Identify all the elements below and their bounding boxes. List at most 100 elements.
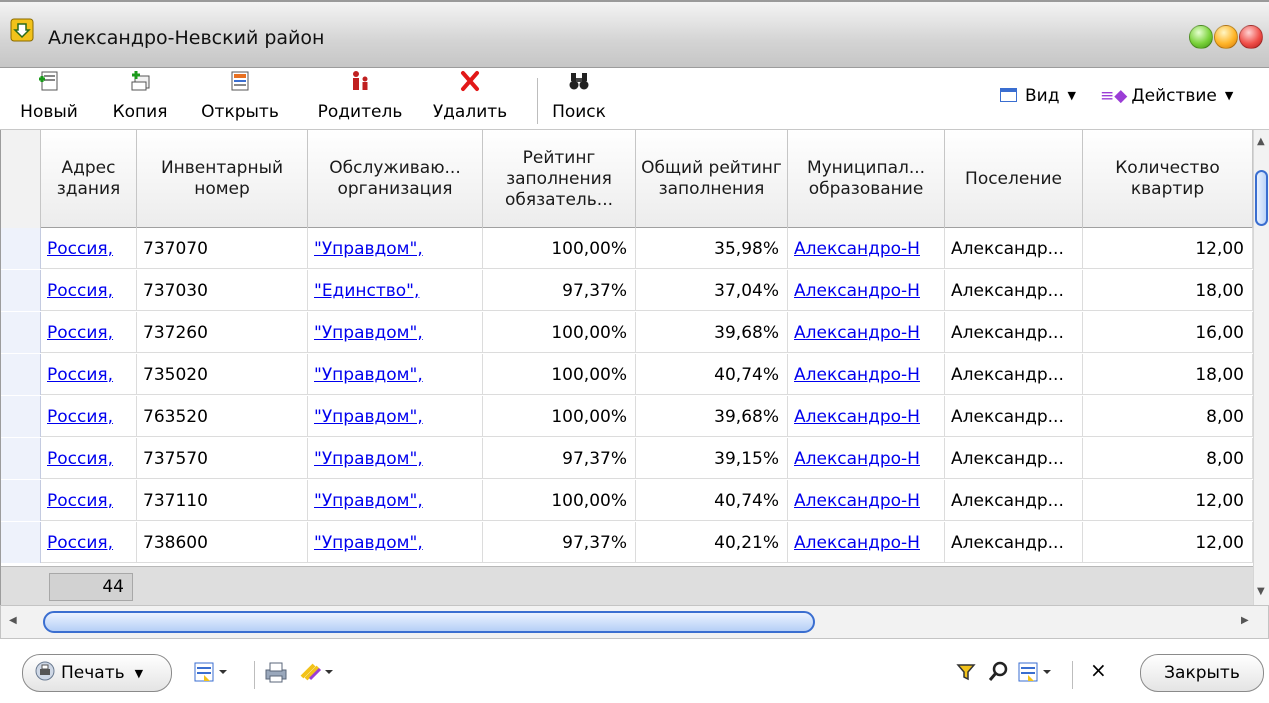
cell-address-link[interactable]: Россия,	[47, 323, 113, 343]
export-dropdown-icon[interactable]	[194, 661, 230, 688]
scroll-right-icon[interactable]: ▶	[1241, 615, 1249, 626]
table-row[interactable]: Россия, 735020 "Управдом", 100,00% 40,74% Але…	[1, 354, 1253, 395]
search-icon[interactable]	[988, 660, 1010, 687]
close-window-button[interactable]	[1239, 25, 1263, 49]
cell-settlement[interactable]: Александр...	[945, 270, 1083, 311]
cell-required-rating[interactable]: 100,00%	[483, 480, 636, 521]
filter-icon[interactable]	[956, 662, 976, 687]
column-header-total-rating[interactable]: Общий рейтинг заполнения	[636, 130, 788, 228]
cell-municipality-link[interactable]: Александро-Н	[794, 491, 920, 511]
settings-dropdown-icon[interactable]	[300, 661, 336, 688]
row-selector-header[interactable]	[1, 130, 41, 228]
cell-inventory-number[interactable]: 735020	[137, 354, 308, 395]
column-header-apartment-count[interactable]: Количество квартир	[1083, 130, 1253, 228]
cell-settlement[interactable]: Александр...	[945, 228, 1083, 269]
cell-address-link[interactable]: Россия,	[47, 239, 113, 259]
clear-icon[interactable]: ×	[1090, 659, 1107, 681]
scroll-up-icon[interactable]: ▲	[1257, 136, 1265, 147]
parent-button[interactable]: Родитель	[304, 68, 416, 130]
scroll-down-icon[interactable]: ▼	[1257, 586, 1265, 597]
column-header-municipality[interactable]: Муниципал... образование	[788, 130, 945, 228]
cell-municipality-link[interactable]: Александро-Н	[794, 323, 920, 343]
column-header-inventory-number[interactable]: Инвентарный номер	[137, 130, 308, 228]
cell-required-rating[interactable]: 97,37%	[483, 522, 636, 563]
cell-apartment-count[interactable]: 8,00	[1083, 396, 1253, 437]
row-selector[interactable]	[1, 522, 41, 563]
cell-settlement[interactable]: Александр...	[945, 354, 1083, 395]
cell-total-rating[interactable]: 37,04%	[636, 270, 788, 311]
table-row[interactable]: Россия, 737070 "Управдом", 100,00% 35,98% Але…	[1, 228, 1253, 269]
row-selector[interactable]	[1, 354, 41, 395]
delete-button[interactable]: Удалить	[424, 68, 516, 130]
minimize-button[interactable]	[1214, 25, 1238, 49]
close-button[interactable]: Закрыть	[1140, 654, 1264, 692]
cell-address-link[interactable]: Россия,	[47, 533, 113, 553]
row-selector[interactable]	[1, 228, 41, 269]
cell-total-rating[interactable]: 39,15%	[636, 438, 788, 479]
column-header-organization[interactable]: Обслуживаю... организация	[308, 130, 483, 228]
print-button[interactable]: Печать ▼	[22, 654, 172, 692]
cell-required-rating[interactable]: 97,37%	[483, 270, 636, 311]
cell-settlement[interactable]: Александр...	[945, 438, 1083, 479]
cell-organization-link[interactable]: "Управдом",	[314, 323, 423, 343]
cell-address-link[interactable]: Россия,	[47, 491, 113, 511]
cell-municipality-link[interactable]: Александро-Н	[794, 239, 920, 259]
search-button[interactable]: Поиск	[546, 68, 612, 130]
vertical-scrollbar[interactable]: ▲ ▼	[1253, 130, 1269, 605]
cell-total-rating[interactable]: 39,68%	[636, 312, 788, 353]
row-selector[interactable]	[1, 480, 41, 521]
cell-apartment-count[interactable]: 8,00	[1083, 438, 1253, 479]
printer-icon[interactable]	[264, 661, 288, 688]
cell-settlement[interactable]: Александр...	[945, 522, 1083, 563]
table-row[interactable]: Россия, 737570 "Управдом", 97,37% 39,15% Алек…	[1, 438, 1253, 479]
cell-inventory-number[interactable]: 763520	[137, 396, 308, 437]
table-row[interactable]: Россия, 738600 "Управдом", 97,37% 40,21% Алек…	[1, 522, 1253, 563]
cell-inventory-number[interactable]: 737070	[137, 228, 308, 269]
action-menu[interactable]: ≡◆ Действие ▼	[1100, 86, 1233, 106]
table-row[interactable]: Россия, 737110 "Управдом", 100,00% 40,74% Але…	[1, 480, 1253, 521]
row-selector[interactable]	[1, 270, 41, 311]
cell-apartment-count[interactable]: 12,00	[1083, 480, 1253, 521]
cell-apartment-count[interactable]: 12,00	[1083, 228, 1253, 269]
cell-inventory-number[interactable]: 737260	[137, 312, 308, 353]
cell-required-rating[interactable]: 100,00%	[483, 396, 636, 437]
cell-inventory-number[interactable]: 737110	[137, 480, 308, 521]
cell-total-rating[interactable]: 40,21%	[636, 522, 788, 563]
cell-address-link[interactable]: Россия,	[47, 365, 113, 385]
cell-inventory-number[interactable]: 738600	[137, 522, 308, 563]
new-button[interactable]: Новый	[14, 68, 84, 130]
cell-municipality-link[interactable]: Александро-Н	[794, 407, 920, 427]
cell-organization-link[interactable]: "Управдом",	[314, 239, 423, 259]
cell-required-rating[interactable]: 97,37%	[483, 438, 636, 479]
table-row[interactable]: Россия, 737030 "Единство", 97,37% 37,04% Алек…	[1, 270, 1253, 311]
cell-settlement[interactable]: Александр...	[945, 312, 1083, 353]
column-header-required-rating[interactable]: Рейтинг заполнения обязатель...	[483, 130, 636, 228]
cell-required-rating[interactable]: 100,00%	[483, 228, 636, 269]
cell-settlement[interactable]: Александр...	[945, 396, 1083, 437]
cell-total-rating[interactable]: 40,74%	[636, 354, 788, 395]
cell-total-rating[interactable]: 40,74%	[636, 480, 788, 521]
cell-apartment-count[interactable]: 12,00	[1083, 522, 1253, 563]
row-selector[interactable]	[1, 312, 41, 353]
horizontal-scroll-thumb[interactable]	[43, 611, 815, 633]
cell-total-rating[interactable]: 35,98%	[636, 228, 788, 269]
cell-organization-link[interactable]: "Управдом",	[314, 491, 423, 511]
table-row[interactable]: Россия, 763520 "Управдом", 100,00% 39,68% Але…	[1, 396, 1253, 437]
cell-total-rating[interactable]: 39,68%	[636, 396, 788, 437]
cell-inventory-number[interactable]: 737030	[137, 270, 308, 311]
cell-organization-link[interactable]: "Управдом",	[314, 365, 423, 385]
cell-required-rating[interactable]: 100,00%	[483, 312, 636, 353]
vertical-scroll-thumb[interactable]	[1255, 170, 1268, 226]
cell-organization-link[interactable]: "Управдом",	[314, 533, 423, 553]
open-button[interactable]: Открыть	[193, 68, 287, 130]
copy-button[interactable]: Копия	[107, 68, 173, 130]
cell-organization-link[interactable]: "Управдом",	[314, 407, 423, 427]
table-row[interactable]: Россия, 737260 "Управдом", 100,00% 39,68% Але…	[1, 312, 1253, 353]
column-header-address[interactable]: Адрес здания	[41, 130, 137, 228]
view-menu[interactable]: Вид ▼	[1000, 86, 1076, 106]
cell-municipality-link[interactable]: Александро-Н	[794, 449, 920, 469]
columns-dropdown-icon[interactable]	[1018, 661, 1054, 688]
cell-settlement[interactable]: Александр...	[945, 480, 1083, 521]
cell-municipality-link[interactable]: Александро-Н	[794, 533, 920, 553]
cell-address-link[interactable]: Россия,	[47, 407, 113, 427]
